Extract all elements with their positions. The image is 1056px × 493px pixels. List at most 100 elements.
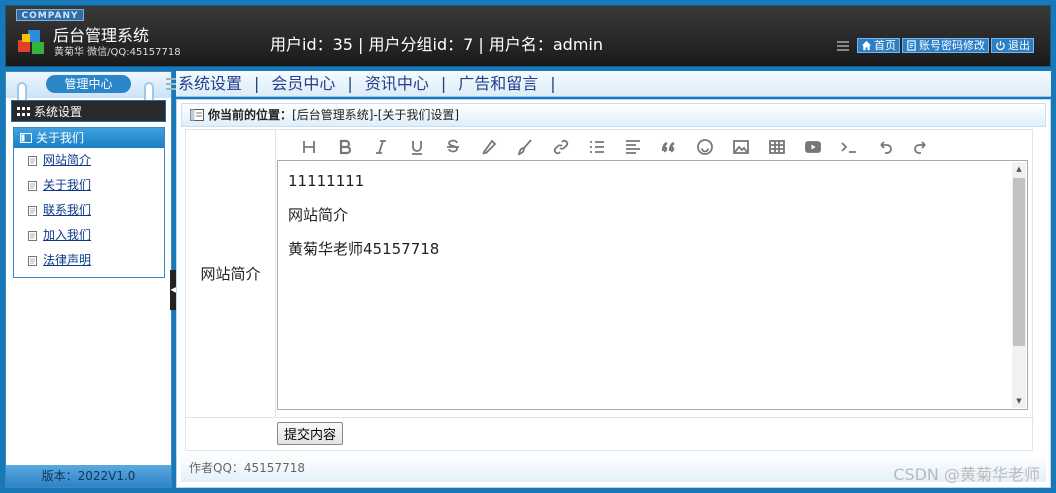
- scroll-down-icon[interactable]: ▼: [1012, 394, 1026, 408]
- underline-icon: [412, 141, 422, 155]
- sidebar-section-system-settings[interactable]: 系统设置: [11, 100, 166, 122]
- version-label: 版本：2022V1.0: [6, 465, 171, 487]
- user-info: 用户id：35 | 用户分组id：7 | 用户名：admin: [270, 35, 604, 54]
- change-password-button[interactable]: 账号密码修改: [902, 38, 989, 53]
- logout-button[interactable]: 退出: [991, 38, 1034, 53]
- bullet-list-button[interactable]: [579, 135, 615, 159]
- redo-icon: [914, 141, 926, 154]
- menu-group-label: 关于我们: [36, 131, 85, 145]
- power-icon: [996, 40, 1005, 51]
- scroll-up-icon[interactable]: ▲: [1012, 162, 1026, 176]
- page-icon: [28, 206, 37, 216]
- top-nav: 首页 账号密码修改 退出: [837, 38, 1034, 53]
- change-password-label: 账号密码修改: [919, 39, 985, 52]
- undo-button[interactable]: [867, 135, 903, 159]
- content-editor[interactable]: 11111111 网站简介 黄菊华老师45157718 ▲ ▼: [277, 160, 1028, 410]
- tab-separator: |: [254, 74, 260, 93]
- breadcrumb: 你当前的位置：[后台管理系统]-[关于我们设置]: [181, 103, 1046, 127]
- image-button[interactable]: [723, 135, 759, 159]
- edit-form: 网站简介 11111111 网站简介 黄菊华老师45157718 ▲ ▼ 提交内…: [185, 129, 1034, 451]
- header: COMPANY 后台管理系统 黄菊华 微信/QQ:45157718 用户id：3…: [5, 5, 1051, 67]
- tab-separator: |: [440, 74, 447, 93]
- sidebar-item-label: 网站简介: [43, 153, 92, 167]
- page-icon: [28, 256, 37, 266]
- editor-paragraph: 网站简介: [288, 206, 349, 224]
- sidebar-item-label: 关于我们: [43, 178, 92, 192]
- highlighter-icon: [482, 139, 497, 155]
- sidebar-item-about-us[interactable]: 关于我们: [14, 173, 164, 198]
- bullet-list-icon: [590, 141, 604, 153]
- code-icon: [841, 142, 856, 153]
- highlighter-button[interactable]: [471, 135, 507, 159]
- video-icon: [805, 141, 821, 153]
- align-button[interactable]: [615, 135, 651, 159]
- sidebar-header-label: 管理中心: [46, 75, 131, 93]
- bold-button[interactable]: [327, 135, 363, 159]
- tab-separator: |: [550, 74, 556, 93]
- link-button[interactable]: [543, 135, 579, 159]
- tab-separator: |: [347, 74, 353, 93]
- home-label: 首页: [874, 39, 896, 52]
- panel-icon: [20, 133, 32, 143]
- brush-button[interactable]: [507, 135, 543, 159]
- quote-button[interactable]: [651, 135, 687, 159]
- breadcrumb-path: [后台管理系统]-[关于我们设置]: [292, 108, 460, 122]
- tab-ads-messages[interactable]: 广告和留言: [458, 74, 538, 94]
- sidebar-item-label: 联系我们: [43, 203, 92, 217]
- tab-system-settings[interactable]: 系统设置: [178, 74, 242, 94]
- sidebar-item-legal[interactable]: 法律声明: [14, 248, 164, 273]
- menu-group-header[interactable]: 关于我们: [14, 128, 164, 148]
- grid-icon: [17, 107, 30, 116]
- editor-paragraph: 11111111: [288, 172, 365, 190]
- home-button[interactable]: 首页: [857, 38, 900, 53]
- window-icon: [190, 109, 204, 121]
- page-icon: [28, 181, 37, 191]
- submit-button[interactable]: 提交内容: [277, 422, 344, 445]
- app-frame: COMPANY 后台管理系统 黄菊华 微信/QQ:45157718 用户id：3…: [0, 0, 1056, 493]
- table-icon: [769, 140, 785, 154]
- tabs: 系统设置 | 会员中心 | 资讯中心 | 广告和留言 |: [178, 74, 568, 94]
- sidebar-item-label: 加入我们: [43, 228, 92, 242]
- sidebar-section-label: 系统设置: [34, 105, 83, 119]
- italic-button[interactable]: [363, 135, 399, 159]
- strikethrough-icon: [447, 139, 459, 153]
- italic-icon: [376, 140, 386, 154]
- top-tab-bar: 系统设置 | 会员中心 | 资讯中心 | 广告和留言 |: [166, 71, 1051, 97]
- tab-news-center[interactable]: 资讯中心: [365, 74, 429, 94]
- video-button[interactable]: [795, 135, 831, 159]
- menu-group: 关于我们 网站简介 关于我们 联系我们 加入我们 法律声明: [13, 127, 165, 278]
- sidebar: 管理中心 系统设置 关于我们 网站简介 关于我们 联系我们 加入我们 法律声明 …: [5, 71, 172, 488]
- table-button[interactable]: [759, 135, 795, 159]
- image-icon: [733, 140, 749, 154]
- strikethrough-button[interactable]: [435, 135, 471, 159]
- emoji-icon: [697, 139, 713, 155]
- editor-toolbar: [291, 135, 939, 159]
- emoji-button[interactable]: [687, 135, 723, 159]
- sidebar-item-join-us[interactable]: 加入我们: [14, 223, 164, 248]
- grip-icon: [166, 78, 176, 90]
- editor-scrollbar[interactable]: ▲ ▼: [1012, 162, 1026, 408]
- redo-button[interactable]: [903, 135, 939, 159]
- tab-member-center[interactable]: 会员中心: [271, 74, 335, 94]
- editor-paragraph: 黄菊华老师45157718: [288, 240, 440, 258]
- align-icon: [626, 140, 640, 154]
- undo-icon: [880, 141, 892, 154]
- bold-icon: [339, 139, 352, 155]
- heading-button[interactable]: [291, 135, 327, 159]
- page-icon: [28, 231, 37, 241]
- main-panel: 你当前的位置：[后台管理系统]-[关于我们设置] 网站简介 11111111 网…: [176, 99, 1051, 488]
- sidebar-item-label: 法律声明: [43, 253, 92, 267]
- page-icon: [28, 156, 37, 166]
- sidebar-item-contact-us[interactable]: 联系我们: [14, 198, 164, 223]
- document-icon: [907, 40, 916, 51]
- link-icon: [553, 139, 569, 155]
- logo-cubes-icon: [18, 30, 44, 54]
- sidebar-item-site-intro[interactable]: 网站简介: [14, 148, 164, 173]
- code-button[interactable]: [831, 135, 867, 159]
- logout-label: 退出: [1008, 39, 1030, 52]
- quote-icon: [661, 141, 675, 153]
- brush-icon: [517, 139, 532, 156]
- form-divider: [186, 417, 1034, 418]
- scrollbar-thumb[interactable]: [1013, 178, 1025, 346]
- underline-button[interactable]: [399, 135, 435, 159]
